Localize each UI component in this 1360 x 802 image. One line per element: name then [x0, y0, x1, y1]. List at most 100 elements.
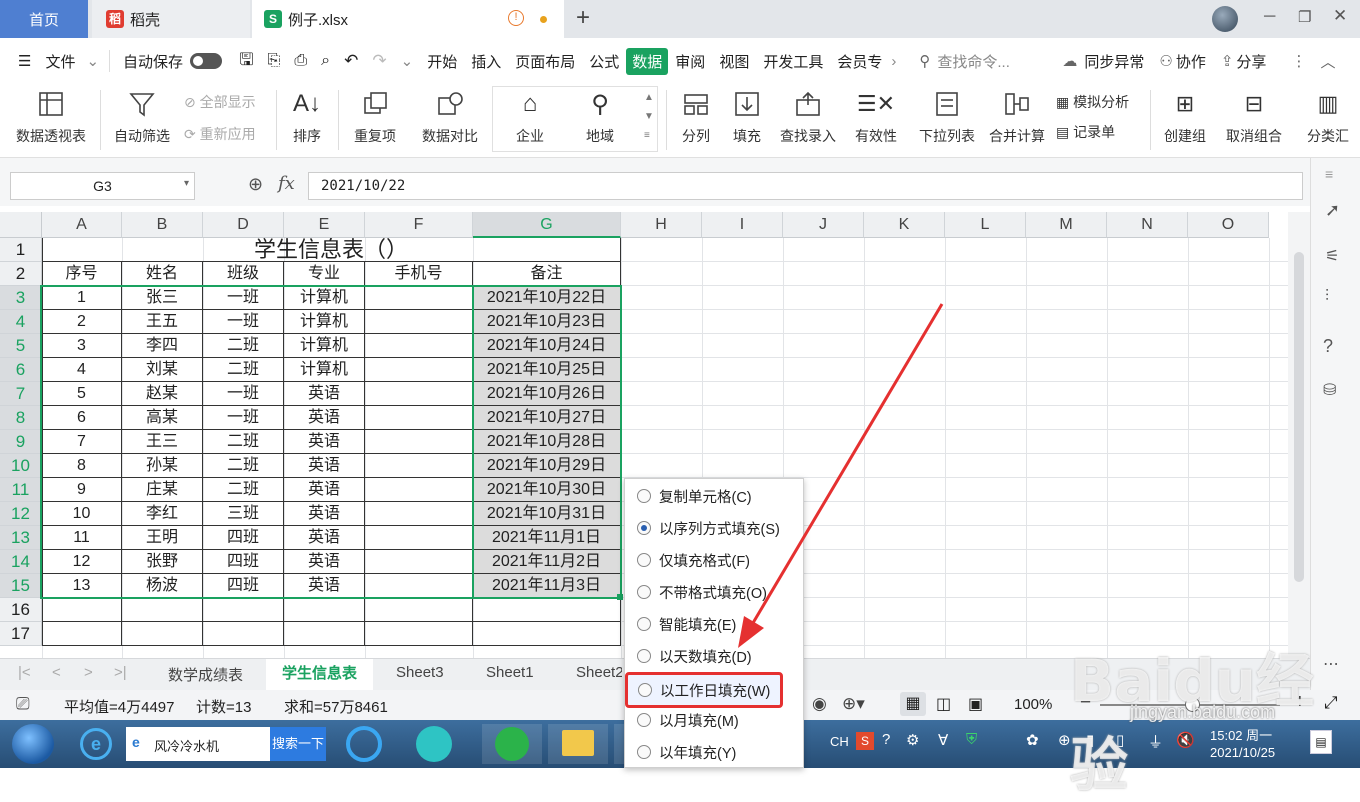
prev-sheet-icon[interactable]: < [52, 664, 61, 681]
menu-page-layout[interactable]: 页面布局 [508, 51, 582, 72]
column-header[interactable]: B [122, 212, 203, 238]
select-all-corner[interactable] [0, 212, 42, 238]
empty-cell[interactable] [203, 622, 284, 646]
column-header[interactable]: O [1188, 212, 1269, 238]
menu-file[interactable]: 文件 [38, 51, 82, 72]
radio-icon[interactable] [637, 745, 651, 759]
enterprise-button[interactable]: ⌂ 企业 [500, 88, 560, 152]
menu-insert[interactable]: 插入 [464, 51, 508, 72]
radio-icon[interactable] [638, 683, 652, 697]
column-header[interactable]: H [621, 212, 702, 238]
page-layout-view-icon[interactable]: ◫ [936, 694, 951, 714]
row-header[interactable]: 17 [0, 622, 42, 646]
minimize-icon[interactable]: ─ [1264, 8, 1275, 26]
chevron-right-icon[interactable]: › [889, 53, 898, 70]
last-sheet-icon[interactable]: >| [114, 664, 127, 681]
row-header[interactable]: 4 [0, 310, 42, 334]
autosave-toggle[interactable] [190, 53, 223, 69]
row-header[interactable]: 12 [0, 502, 42, 526]
consolidate-button[interactable]: 合并计算 [984, 88, 1050, 152]
empty-cell[interactable] [284, 622, 365, 646]
first-sheet-icon[interactable]: |< [18, 664, 31, 681]
column-header[interactable]: D [203, 212, 284, 238]
help-icon[interactable]: ? [1323, 336, 1333, 357]
row-header[interactable]: 9 [0, 430, 42, 454]
filter-panel-icon[interactable]: ⫶ [1325, 288, 1329, 306]
column-header[interactable]: E [284, 212, 365, 238]
adjust-icon[interactable]: ⚟ [1325, 246, 1339, 266]
fill-button[interactable]: 填充 [724, 88, 770, 152]
sheet-tab-student-info[interactable]: 学生信息表 [266, 659, 374, 691]
header-cell[interactable]: 备注 [473, 262, 621, 286]
zoom-formula-icon[interactable]: ⊕ [248, 174, 263, 195]
tray-plus-icon[interactable]: ⊕ [1058, 731, 1071, 749]
radio-icon[interactable] [637, 521, 651, 535]
column-header[interactable]: N [1107, 212, 1188, 238]
more-vert-icon[interactable]: ⋮ [1284, 52, 1313, 70]
tray-app-icon[interactable]: ⚙ [906, 731, 919, 749]
backup-icon[interactable]: ⛁ [1323, 380, 1336, 400]
panel-menu-icon[interactable]: ≡ [1325, 166, 1333, 182]
normal-view-icon[interactable]: ▦ [900, 692, 926, 716]
sheet-tab-math[interactable]: 数学成绩表 [168, 664, 243, 685]
empty-cell[interactable] [473, 622, 621, 646]
print-preview-icon[interactable]: ⌕ [314, 52, 337, 70]
zoom-level[interactable]: 100% [1014, 696, 1052, 713]
record-form-button[interactable]: ▤ 记录单 [1056, 122, 1115, 142]
command-search-input[interactable]: 查找命令... [937, 51, 1055, 72]
sheet-tab-sheet1[interactable]: Sheet1 [486, 664, 534, 681]
scroll-thumb[interactable] [1294, 252, 1304, 582]
formula-input[interactable]: 2021/10/22 [308, 172, 1303, 200]
column-header[interactable]: M [1026, 212, 1107, 238]
lookup-entry-button[interactable]: 查找录入 [776, 88, 840, 152]
taskbar-app-green[interactable] [482, 724, 542, 764]
radio-icon[interactable] [637, 489, 651, 503]
column-header[interactable]: G [473, 212, 621, 238]
menu-view[interactable]: 视图 [712, 51, 756, 72]
ie-browser-icon[interactable]: e [80, 728, 112, 760]
menu-start[interactable]: 开始 [420, 51, 464, 72]
menu-member[interactable]: 会员专 [830, 51, 889, 72]
empty-cell[interactable] [42, 622, 122, 646]
header-cell[interactable]: 手机号 [365, 262, 473, 286]
taskbar-app-folder[interactable] [548, 724, 608, 764]
row-header[interactable]: 3 [0, 286, 42, 310]
share-button[interactable]: 分享 [1236, 51, 1266, 72]
validity-button[interactable]: ☰✕ 有效性 [846, 88, 906, 152]
start-button-icon[interactable] [12, 724, 54, 764]
macro-icon[interactable]: ⎚ [16, 694, 30, 714]
sheet-tab-sheet3[interactable]: Sheet3 [396, 664, 444, 681]
radio-icon[interactable] [637, 553, 651, 567]
empty-cell[interactable] [122, 598, 203, 622]
row-header[interactable]: 8 [0, 406, 42, 430]
radio-icon[interactable] [637, 617, 651, 631]
gallery-scroll-icon[interactable]: ▲ ▼ ≡ [644, 88, 654, 145]
empty-cell[interactable] [203, 598, 284, 622]
column-header[interactable]: L [945, 212, 1026, 238]
fx-icon[interactable]: fx [278, 173, 295, 194]
row-header[interactable]: 11 [0, 478, 42, 502]
ime-indicator[interactable]: CH [830, 734, 849, 749]
row-header[interactable]: 6 [0, 358, 42, 382]
row-header[interactable]: 5 [0, 334, 42, 358]
show-all-button[interactable]: ⊘ 全部显示 [184, 92, 256, 112]
export-pdf-icon[interactable]: ⎘ [261, 52, 288, 70]
fill-handle[interactable] [617, 594, 623, 600]
avatar[interactable] [1212, 6, 1238, 32]
ungroup-button[interactable]: ⊟ 取消组合 [1218, 88, 1290, 152]
taskbar-search-button[interactable]: 搜索一下 [270, 727, 326, 761]
auto-filter-button[interactable]: 自动筛选 [106, 88, 178, 152]
eye-protection-icon[interactable]: ◉ [812, 694, 827, 714]
namebox-dropdown-icon[interactable]: ▾ [184, 178, 189, 189]
split-columns-button[interactable]: 分列 [672, 88, 720, 152]
menu-formula[interactable]: 公式 [582, 51, 626, 72]
empty-cell[interactable] [122, 622, 203, 646]
fill-option-6[interactable]: 以工作日填充(W) [625, 672, 783, 708]
sheet-tab-sheet2[interactable]: Sheet2 [576, 664, 622, 681]
empty-cell[interactable] [365, 622, 473, 646]
sync-status[interactable]: 同步异常 [1084, 51, 1144, 72]
hamburger-icon[interactable]: ☰ [0, 52, 38, 70]
fill-option-7[interactable]: 以月填充(M) [637, 708, 739, 732]
row-header[interactable]: 16 [0, 598, 42, 622]
tab-daoke[interactable]: 稻稻壳 [92, 0, 250, 38]
